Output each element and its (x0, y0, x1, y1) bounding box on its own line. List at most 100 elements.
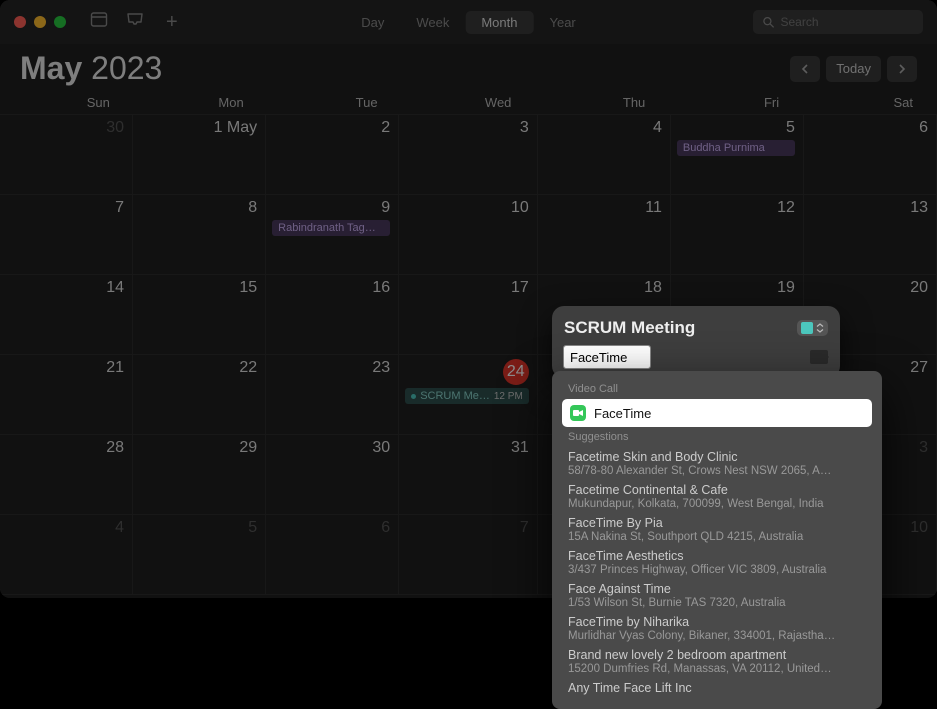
calendar-cell[interactable]: 17 (399, 275, 538, 355)
calendar-cell[interactable]: 4 (538, 115, 671, 195)
suggestion-title: FaceTime Aesthetics (568, 549, 866, 563)
calendar-cell[interactable]: 5Buddha Purnima (671, 115, 804, 195)
video-call-input[interactable] (564, 346, 650, 368)
view-month[interactable]: Month (465, 11, 533, 34)
calendar-cell[interactable]: 1 May (133, 115, 266, 195)
date-number: 16 (272, 279, 390, 297)
event-chip[interactable]: SCRUM Me…12 PM (405, 388, 529, 404)
calendar-cell[interactable]: 8 (133, 195, 266, 275)
calendar-cell[interactable]: 13 (804, 195, 937, 275)
calendar-cell[interactable]: 10 (399, 195, 538, 275)
suggestion-subtitle: 15A Nakina St, Southport QLD 4215, Austr… (568, 531, 866, 543)
event-chip[interactable]: Buddha Purnima (677, 140, 795, 156)
calendar-cell[interactable]: 11 (538, 195, 671, 275)
dropdown-suggestion[interactable]: FaceTime by NiharikaMurlidhar Vyas Colon… (562, 612, 872, 645)
search-input[interactable] (780, 15, 913, 29)
date-number: 1 May (139, 119, 257, 137)
weekday-label: Mon (134, 95, 268, 110)
popover-event-title[interactable]: SCRUM Meeting (564, 318, 789, 338)
date-number: 10 (405, 199, 529, 217)
dropdown-suggestion[interactable]: Brand new lovely 2 bedroom apartment1520… (562, 645, 872, 678)
today-button[interactable]: Today (826, 56, 881, 82)
date-number: 19 (677, 279, 795, 297)
date-number: 7 (6, 199, 124, 217)
weekday-label: Wed (402, 95, 536, 110)
calendar-cell[interactable]: 22 (133, 355, 266, 435)
calendar-cell[interactable]: 6 (804, 115, 937, 195)
video-icon[interactable] (810, 350, 828, 364)
date-number: 6 (272, 519, 390, 537)
calendar-cell[interactable]: 31 (399, 435, 538, 515)
prev-month-button[interactable] (790, 56, 820, 82)
calendar-cell[interactable]: 4 (0, 515, 133, 595)
dropdown-suggestion[interactable]: FaceTime Aesthetics3/437 Princes Highway… (562, 546, 872, 579)
calendar-cell[interactable]: 16 (266, 275, 399, 355)
calendar-cell[interactable]: 6 (266, 515, 399, 595)
calendar-toggle-icon[interactable] (90, 11, 108, 33)
suggestion-title: Facetime Continental & Cafe (568, 483, 866, 497)
suggestion-subtitle: Mukundapur, Kolkata, 700099, West Bengal… (568, 498, 866, 510)
view-week[interactable]: Week (400, 11, 465, 34)
suggestion-title: Brand new lovely 2 bedroom apartment (568, 648, 866, 662)
calendar-cell[interactable]: 23 (266, 355, 399, 435)
calendar-cell[interactable]: 30 (266, 435, 399, 515)
dropdown-suggestion[interactable]: FaceTime By Pia15A Nakina St, Southport … (562, 513, 872, 546)
calendar-cell[interactable]: 15 (133, 275, 266, 355)
date-number: 6 (810, 119, 928, 137)
calendar-cell[interactable]: 12 (671, 195, 804, 275)
date-number: 12 (677, 199, 795, 217)
date-number: 8 (139, 199, 257, 217)
dropdown-suggestion[interactable]: Facetime Skin and Body Clinic58/78-80 Al… (562, 447, 872, 480)
calendar-cell[interactable]: 7 (399, 515, 538, 595)
date-number: 15 (139, 279, 257, 297)
calendar-cell[interactable]: 30 (0, 115, 133, 195)
close-window-button[interactable] (14, 16, 26, 28)
weekday-label: Thu (535, 95, 669, 110)
date-number: 13 (810, 199, 928, 217)
next-month-button[interactable] (887, 56, 917, 82)
date-number: 3 (405, 119, 529, 137)
calendar-cell[interactable]: 9Rabindranath Tag… (266, 195, 399, 275)
date-number: 14 (6, 279, 124, 297)
date-number: 30 (272, 439, 390, 457)
date-number: 23 (272, 359, 390, 377)
dropdown-suggestion[interactable]: Face Against Time1/53 Wilson St, Burnie … (562, 579, 872, 612)
fullscreen-window-button[interactable] (54, 16, 66, 28)
search-field[interactable] (753, 10, 923, 34)
calendar-cell[interactable]: 28 (0, 435, 133, 515)
calendar-cell[interactable]: 2 (266, 115, 399, 195)
chevron-updown-icon (816, 323, 824, 333)
facetime-icon (570, 405, 586, 421)
calendar-cell[interactable]: 14 (0, 275, 133, 355)
calendar-color-selector[interactable] (797, 320, 828, 336)
date-number: 17 (405, 279, 529, 297)
dropdown-suggestion[interactable]: Any Time Face Lift Inc (562, 678, 872, 698)
date-number: 24 (405, 359, 529, 385)
add-event-button[interactable]: + (166, 12, 178, 32)
suggestion-subtitle: 15200 Dumfries Rd, Manassas, VA 20112, U… (568, 663, 866, 675)
calendar-cell[interactable]: 29 (133, 435, 266, 515)
calendar-cell[interactable]: 24 SCRUM Me…12 PM (399, 355, 538, 435)
calendar-color-swatch (801, 322, 813, 334)
toolbar-icon-group (90, 11, 144, 33)
date-number: 21 (6, 359, 124, 377)
dropdown-suggestion[interactable]: Facetime Continental & CafeMukundapur, K… (562, 480, 872, 513)
month-title: May 2023 (20, 50, 162, 87)
weekday-label: Fri (669, 95, 803, 110)
dropdown-section-videocall: Video Call (568, 383, 866, 395)
date-number: 31 (405, 439, 529, 457)
window-toolbar: + Day Week Month Year (0, 0, 937, 44)
date-number: 2 (272, 119, 390, 137)
inbox-icon[interactable] (126, 11, 144, 33)
calendar-cell[interactable]: 7 (0, 195, 133, 275)
calendar-cell[interactable]: 21 (0, 355, 133, 435)
suggestion-subtitle: 58/78-80 Alexander St, Crows Nest NSW 20… (568, 465, 866, 477)
calendar-cell[interactable]: 3 (399, 115, 538, 195)
view-day[interactable]: Day (345, 11, 400, 34)
minimize-window-button[interactable] (34, 16, 46, 28)
calendar-cell[interactable]: 5 (133, 515, 266, 595)
dropdown-option-facetime[interactable]: FaceTime (562, 399, 872, 427)
search-icon (763, 16, 774, 29)
event-chip[interactable]: Rabindranath Tag… (272, 220, 390, 236)
view-year[interactable]: Year (533, 11, 591, 34)
